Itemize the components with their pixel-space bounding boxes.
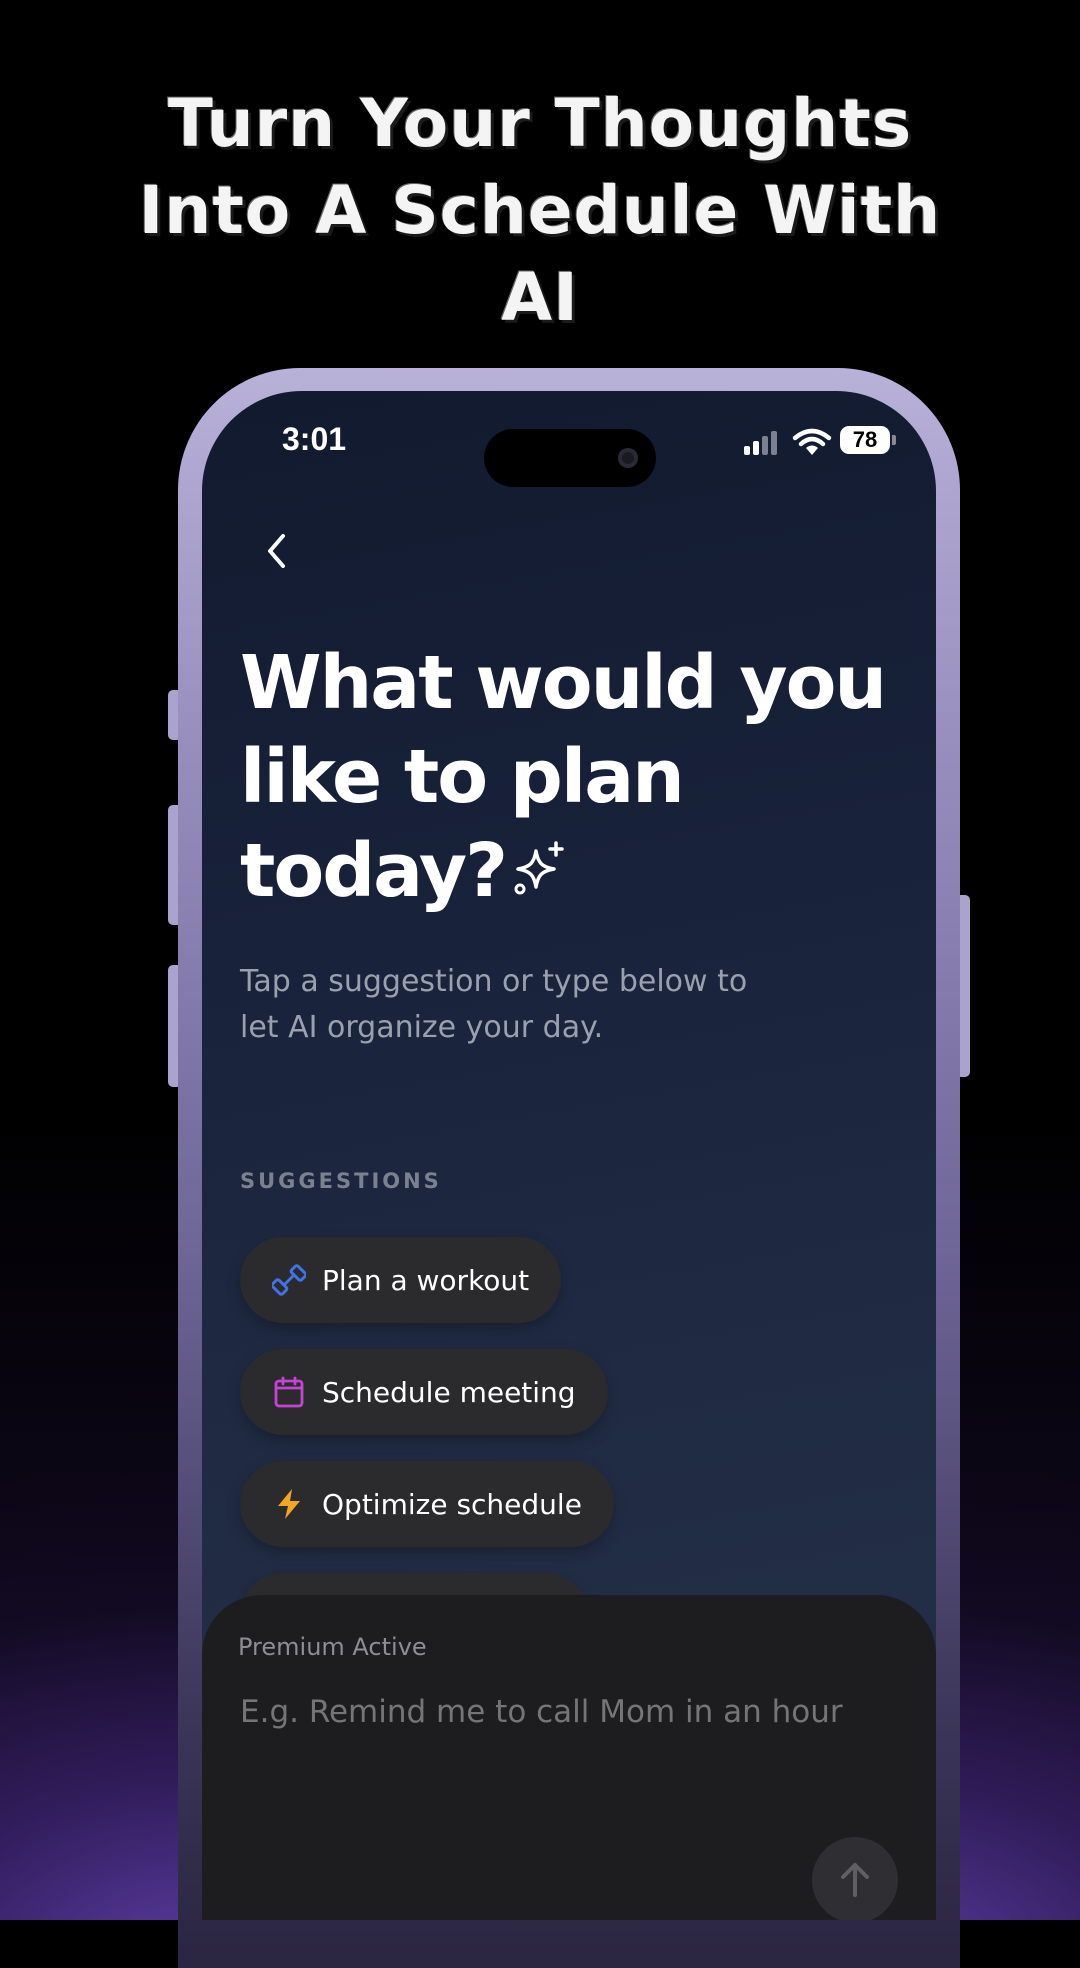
headline-line-3: AI: [501, 259, 579, 336]
back-chevron-icon[interactable]: [252, 526, 302, 576]
page-title: What would you like to plan today?: [240, 636, 900, 918]
title-line-2: like to plan: [240, 734, 685, 820]
suggestion-chip-workout[interactable]: Plan a workout: [240, 1237, 562, 1323]
send-button[interactable]: [812, 1837, 898, 1920]
suggestions-label: SUGGESTIONS: [240, 1169, 442, 1193]
suggestion-label: Plan a workout: [322, 1263, 530, 1297]
subtitle-line-1: Tap a suggestion or type below to: [240, 964, 748, 999]
battery-indicator: 78: [840, 426, 890, 454]
title-line-3-text: today?: [240, 828, 508, 914]
headline-line-2: Into A Schedule With: [138, 172, 942, 249]
page-subtitle: Tap a suggestion or type below to let AI…: [240, 959, 840, 1051]
cellular-signal-icon: [742, 429, 782, 455]
camera-icon: [618, 448, 638, 468]
composer-panel: Premium Active: [202, 1595, 936, 1920]
dumbbell-icon: [272, 1264, 306, 1296]
suggestion-chip-meeting[interactable]: Schedule meeting: [240, 1349, 608, 1435]
battery-nub: [892, 435, 896, 445]
calendar-icon: [274, 1376, 304, 1408]
suggestion-label: Optimize schedule: [322, 1487, 582, 1521]
arrow-up-icon: [841, 1863, 869, 1897]
status-time: 3:01: [282, 421, 347, 457]
premium-status: Premium Active: [238, 1633, 427, 1661]
title-line-3: today?: [240, 824, 900, 918]
suggestion-label: Schedule meeting: [322, 1375, 576, 1409]
lightning-icon: [278, 1489, 300, 1519]
suggestion-chip-optimize[interactable]: Optimize schedule: [240, 1461, 614, 1547]
dynamic-island: [484, 429, 656, 487]
promo-headline: Turn Your Thoughts Into A Schedule With …: [90, 80, 990, 341]
title-line-1: What would you: [240, 640, 887, 726]
headline-line-1: Turn Your Thoughts: [167, 85, 913, 162]
prompt-input[interactable]: [238, 1693, 902, 1731]
sparkle-icon: [514, 841, 564, 895]
phone-screen: 3:01 78 What would you like to plan toda…: [202, 391, 936, 1920]
subtitle-line-2: let AI organize your day.: [240, 1010, 604, 1045]
wifi-icon: [792, 428, 832, 455]
